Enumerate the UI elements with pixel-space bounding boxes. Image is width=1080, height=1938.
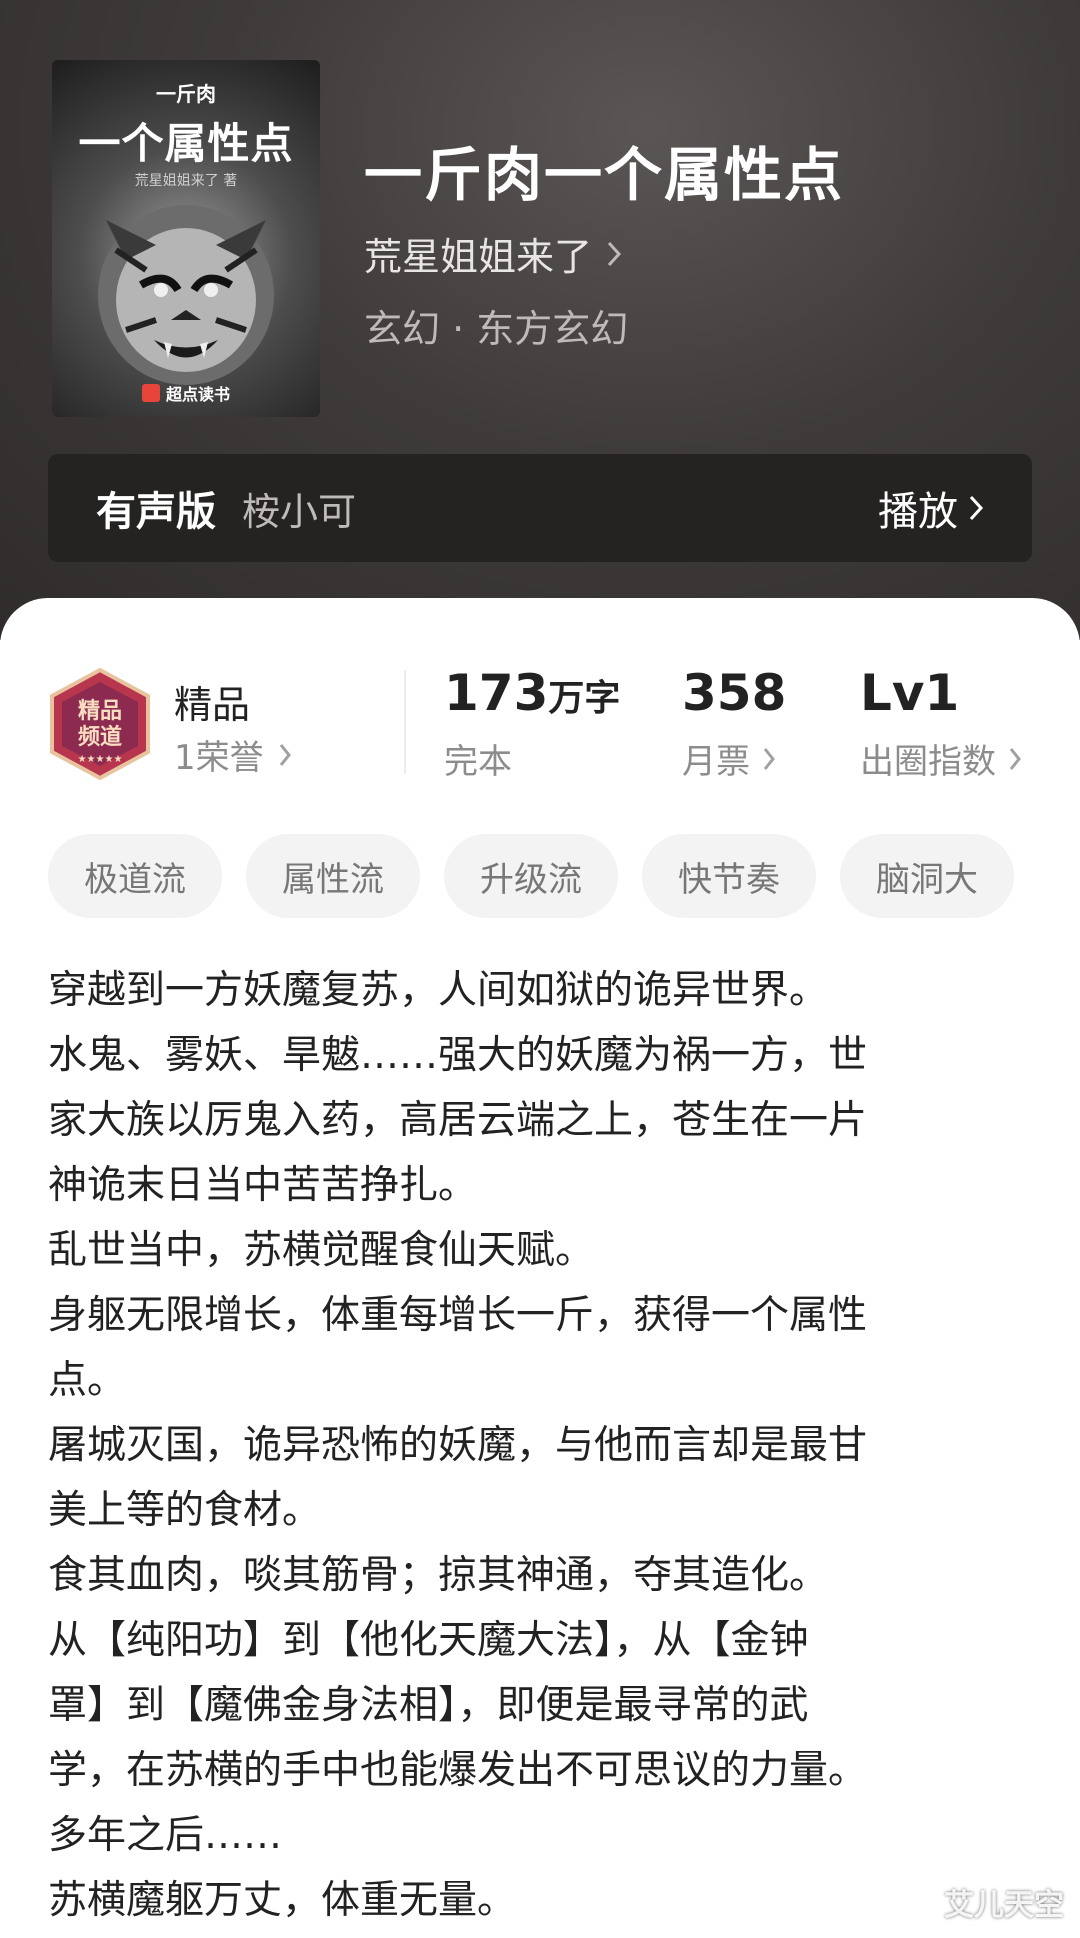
stats-row: 精品 频道 ★★★★★ 精品 1荣誉 173万字 完本 358 月票 Lv1 出…	[0, 658, 1080, 788]
synopsis-line: 美上等的食材。	[48, 1488, 322, 1533]
chevron-right-icon	[1009, 747, 1021, 770]
svg-text:频道: 频道	[78, 724, 122, 750]
audio-version-bar[interactable]: 有声版 桉小可 播放	[48, 454, 1032, 562]
honor-count: 1荣誉	[174, 738, 264, 778]
audio-narrator: 桉小可	[242, 489, 357, 534]
word-count-unit: 万字	[548, 678, 621, 719]
book-cover[interactable]: 一斤肉 一个属性点 荒星姐姐来了 著 超点读书	[52, 60, 320, 417]
word-count-label: 完本	[444, 742, 512, 782]
popularity-level: Lv1	[860, 664, 960, 722]
synopsis-line: 穿越到一方妖魔复苏，人间如狱的诡异世界。	[48, 968, 829, 1013]
play-button[interactable]: 播放	[878, 479, 984, 537]
tag-chip[interactable]: 快节奏	[642, 834, 816, 918]
author-link[interactable]: 荒星姐姐来了	[364, 226, 622, 281]
tiger-cover-art	[98, 205, 274, 385]
synopsis-line: 家大族以厉鬼入药，高居云端之上，苍生在一片	[48, 1098, 868, 1143]
stats-divider	[404, 670, 406, 774]
book-title: 一斤肉一个属性点	[364, 141, 845, 209]
synopsis-line: 从【纯阳功】到【他化天魔大法】，从【金钟	[48, 1618, 809, 1663]
synopsis-line: 食其血肉，啖其筋骨；掠其神通，夺其造化。	[48, 1553, 829, 1598]
tag-chip[interactable]: 升级流	[444, 834, 618, 918]
popularity-index-stat[interactable]: Lv1 出圈指数	[860, 664, 1022, 783]
popularity-label: 出圈指数	[860, 742, 996, 782]
chevron-right-icon	[279, 743, 291, 766]
watermark: 艾儿天空	[944, 1888, 1064, 1923]
author-name: 荒星姐姐来了	[364, 235, 593, 279]
book-genre[interactable]: 玄幻 · 东方玄幻	[364, 298, 628, 353]
brand-logo-icon	[142, 384, 160, 402]
synopsis-line: 神诡末日当中苦苦挣扎。	[48, 1163, 478, 1208]
play-label: 播放	[878, 489, 958, 535]
synopsis-line: 屠城灭国，诡异恐怖的妖魔，与他而言却是最甘	[48, 1423, 868, 1468]
synopsis-line: 点。	[48, 1358, 127, 1403]
honor-badge-icon[interactable]: 精品 频道 ★★★★★	[48, 668, 152, 780]
synopsis-line: 罩】到【魔佛金身法相】，即便是最寻常的武	[48, 1683, 809, 1728]
audio-label: 有声版	[96, 489, 216, 535]
synopsis-line: 乱世当中，苏横觉醒食仙天赋。	[48, 1228, 595, 1273]
synopsis-line: 苏横魔躯万丈，体重无量。	[48, 1878, 517, 1923]
cover-brand-label: 超点读书	[166, 385, 231, 404]
synopsis[interactable]: 穿越到一方妖魔复苏，人间如狱的诡异世界。 水鬼、雾妖、旱魃……强大的妖魔为祸一方…	[48, 958, 1008, 1933]
synopsis-line: 身躯无限增长，体重每增长一斤，获得一个属性	[48, 1293, 868, 1338]
synopsis-line: 多年之后……	[48, 1813, 283, 1858]
honor-title: 精品	[174, 683, 251, 727]
monthly-ticket-stat[interactable]: 358 月票	[682, 664, 786, 783]
chevron-right-icon	[763, 747, 775, 770]
cover-author: 一斤肉	[156, 82, 216, 106]
cover-title: 一个属性点	[78, 119, 294, 168]
cover-subtitle: 荒星姐姐来了 著	[134, 173, 238, 189]
tag-chip[interactable]: 极道流	[48, 834, 222, 918]
monthly-ticket-label: 月票	[682, 742, 750, 782]
word-count-stat: 173万字 完本	[444, 664, 620, 783]
cover-brand: 超点读书	[142, 381, 230, 405]
tag-chip[interactable]: 属性流	[246, 834, 420, 918]
monthly-ticket-number: 358	[682, 664, 787, 722]
svg-text:★★★★★: ★★★★★	[78, 754, 123, 765]
svg-text:精品: 精品	[78, 698, 122, 724]
chevron-right-icon	[969, 495, 984, 521]
honor-link[interactable]: 1荣誉	[174, 730, 292, 779]
tag-list: 极道流 属性流 升级流 快节奏 脑洞大	[48, 834, 1014, 918]
tag-chip[interactable]: 脑洞大	[840, 834, 1014, 918]
word-count-number: 173	[444, 664, 549, 722]
detail-sheet: 精品 频道 ★★★★★ 精品 1荣誉 173万字 完本 358 月票 Lv1 出…	[0, 598, 1080, 1938]
synopsis-line: 水鬼、雾妖、旱魃……强大的妖魔为祸一方，世	[48, 1033, 868, 1078]
chevron-right-icon	[607, 241, 622, 266]
synopsis-line: 学，在苏横的手中也能爆发出不可思议的力量。	[48, 1748, 868, 1793]
